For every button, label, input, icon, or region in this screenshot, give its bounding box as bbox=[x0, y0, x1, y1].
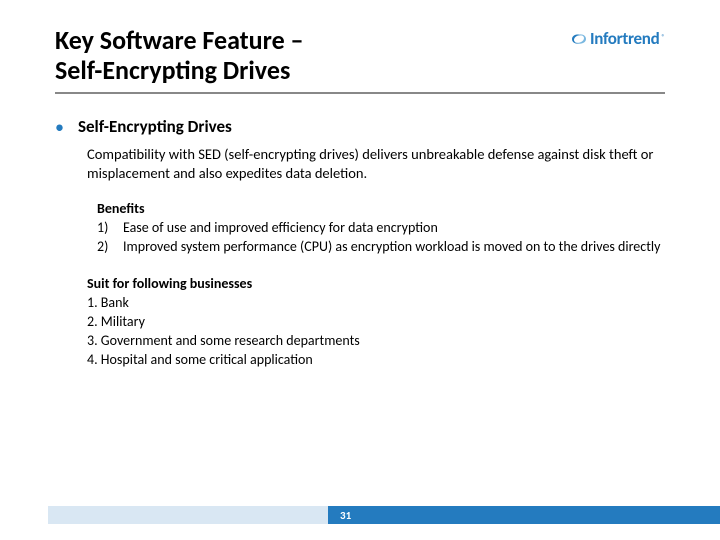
suit-block: Suit for following businesses 1. Bank 2.… bbox=[87, 275, 657, 369]
slide-footer: 31 bbox=[0, 506, 720, 524]
list-number: 1) bbox=[97, 219, 123, 238]
benefits-block: Benefits 1) Ease of use and improved eff… bbox=[97, 200, 665, 257]
suit-heading: Suit for following businesses bbox=[87, 275, 657, 294]
list-text: Bank bbox=[101, 294, 129, 311]
section-description: Compatibility with SED (self-encrypting … bbox=[87, 145, 665, 183]
list-item: 4. Hospital and some critical applicatio… bbox=[87, 351, 657, 370]
page-number: 31 bbox=[340, 509, 351, 522]
list-item: 2. Military bbox=[87, 313, 657, 332]
slide-content: • Self-Encrypting Drives Compatibility w… bbox=[55, 94, 665, 370]
brand-name: Infortrend bbox=[590, 28, 659, 49]
slide-header: Key Software Feature – Self-Encrypting D… bbox=[55, 26, 665, 94]
bullet-icon: • bbox=[55, 118, 64, 136]
list-item: 2) Improved system performance (CPU) as … bbox=[97, 238, 665, 257]
footer-gap bbox=[0, 506, 48, 524]
list-text: Ease of use and improved efficiency for … bbox=[123, 219, 438, 238]
list-text: Military bbox=[101, 313, 145, 330]
brand-logo: Infortrend ® bbox=[570, 28, 665, 49]
slide-title: Key Software Feature – Self-Encrypting D… bbox=[55, 26, 304, 86]
section-heading: Self-Encrypting Drives bbox=[78, 116, 232, 137]
title-line-2: Self-Encrypting Drives bbox=[55, 54, 290, 86]
list-item: 1) Ease of use and improved efficiency f… bbox=[97, 219, 665, 238]
list-text: Hospital and some critical application bbox=[101, 351, 313, 368]
slide: Key Software Feature – Self-Encrypting D… bbox=[0, 0, 720, 540]
infortrend-swirl-icon bbox=[570, 31, 588, 47]
list-item: 3. Government and some research departme… bbox=[87, 332, 657, 351]
list-text: Government and some research departments bbox=[101, 332, 360, 349]
section-bullet: • Self-Encrypting Drives bbox=[55, 116, 665, 137]
title-line-1: Key Software Feature – bbox=[55, 24, 304, 56]
list-item: 1. Bank bbox=[87, 294, 657, 313]
benefits-heading: Benefits bbox=[97, 200, 665, 219]
footer-accent-dark: 31 bbox=[328, 506, 720, 524]
list-number: 2) bbox=[97, 238, 123, 257]
footer-accent-light bbox=[48, 506, 328, 524]
registered-mark-icon: ® bbox=[661, 32, 665, 41]
list-text: Improved system performance (CPU) as enc… bbox=[123, 238, 660, 257]
